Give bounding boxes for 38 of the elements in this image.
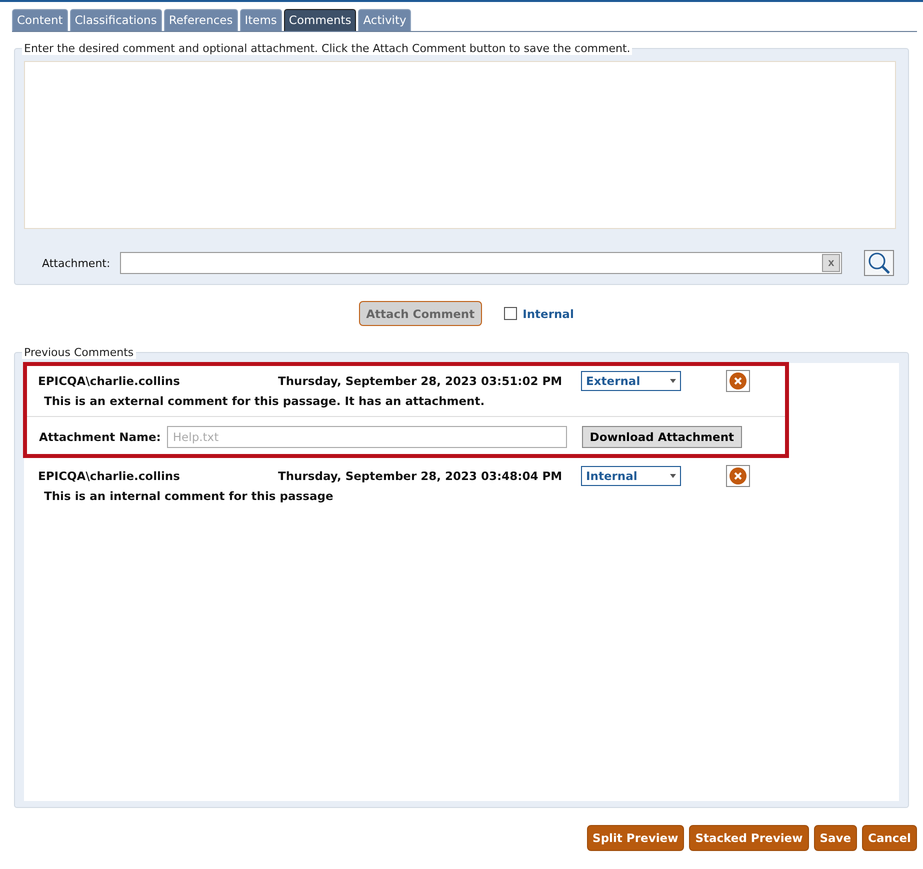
- close-icon: [729, 467, 747, 485]
- download-attachment-button[interactable]: Download Attachment: [582, 426, 742, 448]
- close-icon: [729, 372, 747, 390]
- tab[interactable]: Activity: [358, 9, 412, 31]
- footer-button[interactable]: Stacked Preview: [689, 825, 809, 851]
- delete-button[interactable]: [726, 370, 750, 392]
- internal-label: Internal: [522, 306, 574, 320]
- caret-icon: [670, 474, 676, 478]
- comment-text: This is an external comment for this passage. It has an attachment.: [43, 393, 486, 410]
- search-icon: [867, 252, 892, 274]
- visibility-dropdown[interactable]: Internal: [581, 466, 681, 486]
- tab[interactable]: Classifications: [70, 9, 162, 31]
- clear-button[interactable]: x: [822, 254, 840, 272]
- visibility-dropdown[interactable]: External: [581, 371, 681, 391]
- attach-comment-button[interactable]: Attach Comment: [359, 301, 482, 326]
- attachment-name-field[interactable]: Help.txt: [166, 426, 567, 448]
- tab[interactable]: Content: [12, 9, 68, 31]
- attachment-name-label: Attachment Name:: [39, 430, 161, 444]
- attachment-field[interactable]: x: [120, 252, 842, 274]
- tab[interactable]: Items: [240, 9, 282, 31]
- internal-checkbox[interactable]: [504, 307, 517, 320]
- footer-button[interactable]: Cancel: [862, 825, 917, 851]
- comment-date: Thursday, September 28, 2023 03:48:04 PM: [278, 469, 564, 483]
- attachment-label: Attachment:: [42, 256, 110, 270]
- comment-author: EPICQA\charlie.collins: [38, 469, 181, 483]
- footer-button[interactable]: Save: [814, 825, 858, 851]
- comment-date: Thursday, September 28, 2023 03:51:02 PM: [278, 374, 564, 388]
- instruction-text: Enter the desired comment and optional attachment. Click the Attach Comment button to save the comment.: [22, 42, 632, 55]
- tab[interactable]: Comments: [284, 9, 356, 31]
- comment-author: EPICQA\charlie.collins: [38, 374, 181, 388]
- caret-icon: [670, 379, 676, 383]
- tab[interactable]: References: [164, 9, 238, 31]
- delete-button[interactable]: [726, 465, 750, 487]
- previous-comments-legend: Previous Comments: [22, 346, 136, 359]
- comment-input[interactable]: [24, 61, 896, 229]
- browse-button[interactable]: [864, 250, 894, 276]
- comment-text: This is an internal comment for this passage: [43, 488, 334, 505]
- footer-button[interactable]: Split Preview: [586, 825, 684, 851]
